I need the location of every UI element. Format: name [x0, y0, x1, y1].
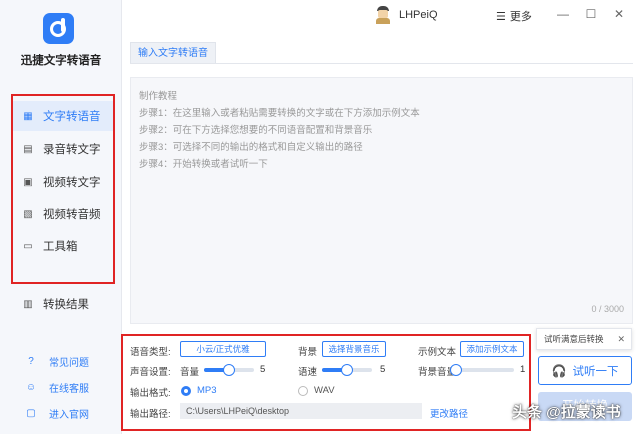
menu-icon: ☰ — [496, 10, 506, 23]
bg-volume-value: 1 — [520, 364, 526, 375]
format-wav-label[interactable]: WAV — [314, 385, 335, 396]
volume-slider[interactable] — [204, 364, 254, 376]
format-mp3-label[interactable]: MP3 — [197, 385, 217, 396]
bg-volume-slider[interactable] — [450, 364, 514, 376]
volume-label: 音量 — [180, 367, 200, 378]
bg-music-button[interactable]: 选择背景音乐 — [322, 341, 386, 357]
output-path-field[interactable]: C:\Users\LHPeiQ\desktop — [180, 403, 422, 419]
tooltip-text: 试听满意后转换 — [544, 334, 604, 344]
website-icon: ▢ — [26, 408, 36, 419]
link-website[interactable]: ▢ 进入官网 — [24, 406, 89, 421]
listen-label: 试听一下 — [572, 365, 619, 378]
voice-type-label: 语音类型: — [130, 347, 171, 358]
link-label: 常见问题 — [49, 358, 89, 369]
add-sample-button[interactable]: 添加示例文本 — [460, 341, 524, 357]
voice-type-button[interactable]: 小云/正式优雅 — [180, 341, 266, 357]
sidebar-item-results[interactable]: ▥ 转换结果 — [13, 290, 113, 318]
output-path-label: 输出路径: — [130, 409, 171, 420]
char-counter: 0 / 3000 — [591, 304, 624, 314]
results-icon: ▥ — [23, 298, 33, 310]
placeholder-line: 步骤4：开始转换或者试听一下 — [139, 159, 268, 170]
more-menu-button[interactable]: ☰ 更多 — [496, 8, 532, 24]
slider-knob[interactable] — [450, 364, 462, 376]
text-input-area[interactable]: 制作教程 步骤1：在这里输入或者粘贴需要转换的文字或在下方添加示例文本 步骤2：… — [130, 77, 633, 324]
close-icon[interactable]: ✕ — [617, 329, 625, 349]
nav-highlight-box — [11, 94, 115, 284]
format-mp3-radio[interactable] — [181, 386, 191, 396]
question-icon: ? — [28, 356, 34, 367]
link-label: 进入官网 — [49, 410, 89, 421]
slider-knob[interactable] — [223, 364, 235, 376]
sidebar-item-label: 转换结果 — [43, 299, 89, 311]
watermark: 头条 @拉蒙读书 — [512, 404, 621, 421]
speed-label: 语速 — [298, 367, 318, 378]
close-icon[interactable]: ✕ — [611, 6, 627, 22]
speed-value: 5 — [380, 364, 386, 375]
placeholder-line: 步骤2：可在下方选择您想要的不同语音配置和背景音乐 — [139, 125, 373, 136]
headphones-icon: 🎧 — [551, 363, 567, 378]
speed-slider[interactable] — [322, 364, 372, 376]
sample-text-label: 示例文本 — [418, 347, 457, 358]
change-path-link[interactable]: 更改路径 — [430, 406, 468, 420]
tab-divider — [130, 63, 633, 64]
link-online-service[interactable]: ☺ 在线客服 — [24, 380, 89, 395]
slider-knob[interactable] — [341, 364, 353, 376]
placeholder-line: 制作教程 — [139, 91, 178, 102]
minimize-icon[interactable]: — — [555, 6, 571, 22]
volume-value: 5 — [260, 364, 266, 375]
link-label: 在线客服 — [49, 384, 89, 395]
placeholder-line: 步骤3：可选择不同的输出的格式和自定义输出的路径 — [139, 142, 363, 153]
sound-settings-label: 声音设置: — [130, 367, 171, 378]
maximize-icon[interactable]: ☐ — [583, 6, 599, 22]
placeholder-line: 步骤1：在这里输入或者粘贴需要转换的文字或在下方添加示例文本 — [139, 108, 420, 119]
listen-button[interactable]: 🎧 试听一下 — [538, 356, 632, 385]
avatar[interactable] — [374, 6, 392, 24]
format-wav-radio[interactable] — [298, 386, 308, 396]
service-icon: ☺ — [25, 382, 37, 393]
bg-label: 背景 — [298, 347, 318, 358]
sidebar: 迅捷文字转语音 ▦ 文字转语音 ▤ 录音转文字 ▣ 视频转文字 ▧ 视频转音频 … — [0, 0, 122, 434]
more-label: 更多 — [509, 11, 532, 23]
app-name: 迅捷文字转语音 — [20, 55, 102, 67]
username[interactable]: LHPeiQ — [399, 9, 438, 21]
link-faq[interactable]: ? 常见问题 — [24, 354, 89, 369]
app-logo — [43, 13, 74, 44]
format-label: 输出格式: — [130, 388, 171, 399]
listen-tooltip: 试听满意后转换 ✕ — [536, 328, 632, 350]
tab-text-to-speech[interactable]: 输入文字转语音 — [130, 42, 216, 64]
